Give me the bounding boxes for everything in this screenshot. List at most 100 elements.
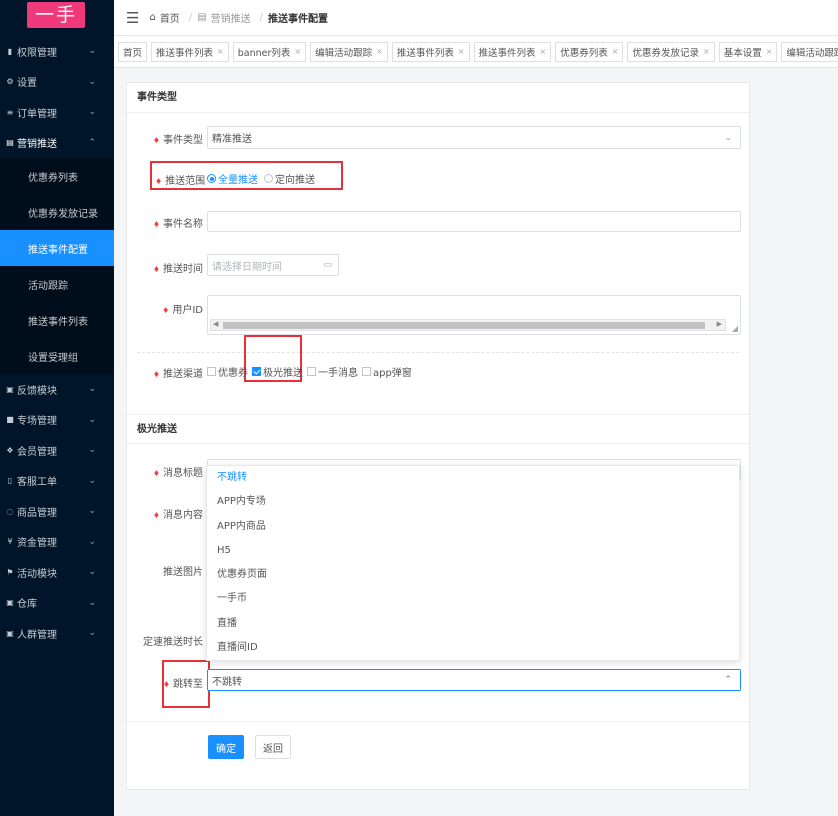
bag-icon: ◌ <box>6 506 14 516</box>
close-icon[interactable]: × <box>703 47 710 56</box>
dropdown-option[interactable]: H5 <box>207 539 739 563</box>
sidebar-item[interactable]: ❖ 会员管理 ⌄ <box>0 435 114 466</box>
dropdown-option[interactable]: 直播间ID <box>207 636 739 660</box>
dropdown-option[interactable]: 直播 <box>207 612 739 636</box>
calendar-icon: ▤ <box>197 12 207 23</box>
sidebar-subitem[interactable]: 活动跟踪 <box>0 266 114 302</box>
sidebar-item-label: 反馈模块 <box>17 385 57 397</box>
chevron-down-icon: ⌄ <box>88 536 96 547</box>
checkbox-unchecked-icon <box>207 367 216 376</box>
breadcrumb-home[interactable]: 首页 <box>160 10 180 25</box>
sidebar-item[interactable]: ▤ 营销推送 ⌃ <box>0 128 114 159</box>
tab[interactable]: 推送事件列表 × <box>473 41 552 62</box>
jump-to-label: ♦ 跳转至 <box>162 679 203 690</box>
scrollbar-thumb[interactable] <box>223 322 705 329</box>
chevron-down-icon: ⌄ <box>88 76 96 87</box>
required-mark: ♦ <box>152 265 160 274</box>
gear-icon: ⚙ <box>6 77 14 87</box>
tab[interactable]: 推送事件列表 × <box>151 41 229 62</box>
section-title-jpush: 极光推送 <box>127 414 749 444</box>
back-button[interactable]: 返回 <box>255 735 291 759</box>
close-icon[interactable]: × <box>612 47 619 56</box>
scroll-right-icon[interactable]: ▶ <box>717 320 722 328</box>
dropdown-option[interactable]: 不跳转 <box>207 466 739 490</box>
sidebar-item[interactable]: ≡ 订单管理 ⌄ <box>0 97 114 128</box>
dropdown-option[interactable]: 一手币 <box>207 587 739 611</box>
checkbox-yishou-message[interactable]: 一手消息 <box>307 364 358 379</box>
tab[interactable]: 基本设置 × <box>718 41 778 62</box>
resize-handle-icon[interactable]: ◢ <box>732 324 738 333</box>
tab-label: 优惠券发放记录 <box>632 47 699 59</box>
sidebar-item[interactable]: ▣ 仓库 ⌄ <box>0 588 114 619</box>
dropdown-option[interactable]: APP内商品 <box>207 515 739 539</box>
people-icon: ▣ <box>6 628 14 638</box>
tab[interactable]: 推送事件列表 × <box>391 41 470 62</box>
checkbox-unchecked-icon <box>307 367 316 376</box>
dropdown-option[interactable]: 优惠券页面 <box>207 563 739 587</box>
sidebar-item[interactable]: ¥ 资金管理 ⌄ <box>0 527 114 558</box>
event-type-value: 精准推送 <box>212 134 252 145</box>
sidebar-subitem[interactable]: 推送事件配置 <box>0 230 114 266</box>
close-icon[interactable]: × <box>294 47 301 56</box>
tab-label: 推送事件列表 <box>156 47 214 59</box>
sidebar: 一手 ▮ 权限管理 ⌄ ⚙ 设置 ⌄ ≡ 订单管理 ⌄ ▤ 营销推送 ⌃ 优惠券列表 优惠券发放记录 推送事… <box>0 0 114 816</box>
required-mark: ♦ <box>152 511 160 520</box>
sidebar-item[interactable]: ◌ 商品管理 ⌄ <box>0 496 114 527</box>
push-scope-label: ♦ 推送范围 <box>155 176 206 187</box>
form-panel: 事件类型 ♦ 事件类型 精准推送 ⌄ ♦ 推送范围 全量推送 定向推送 ♦ 事件名称 ♦… <box>126 82 750 790</box>
event-name-input[interactable] <box>207 211 741 232</box>
radio-full-push[interactable]: 全量推送 <box>207 171 258 186</box>
square-icon: ■ <box>6 415 14 425</box>
sidebar-item[interactable]: ⚙ 设置 ⌄ <box>0 67 114 98</box>
tab[interactable]: 编辑活动跟踪× <box>310 41 388 62</box>
warehouse-icon: ▣ <box>6 598 14 608</box>
jump-to-select[interactable]: 不跳转 ⌃ <box>207 669 741 691</box>
close-icon[interactable]: × <box>376 47 383 56</box>
user-id-textarea[interactable]: ◀ ▶ ◢ <box>207 295 741 335</box>
chevron-down-icon: ⌄ <box>88 628 96 639</box>
breadcrumb-current: 推送事件配置 <box>268 14 329 25</box>
confirm-button[interactable]: 确定 <box>208 735 244 759</box>
checkbox-app-popup[interactable]: app弹窗 <box>362 364 412 379</box>
sidebar-item-label: 权限管理 <box>17 47 57 59</box>
close-icon[interactable]: × <box>217 47 224 56</box>
chevron-down-icon: ⌄ <box>88 506 96 517</box>
sidebar-subitem[interactable]: 推送事件列表 <box>0 302 114 338</box>
sidebar-item[interactable]: ■ 专场管理 ⌄ <box>0 405 114 436</box>
tab-label: 首页 <box>123 47 143 59</box>
sidebar-item[interactable]: ▯ 客服工单 ⌄ <box>0 466 114 497</box>
radio-targeted-push[interactable]: 定向推送 <box>264 171 315 186</box>
push-time-picker[interactable]: 请选择日期时间 ▭ <box>207 254 339 276</box>
divider <box>137 352 739 353</box>
sidebar-subitem[interactable]: 优惠券发放记录 <box>0 194 114 230</box>
tab[interactable]: 首页 <box>118 41 148 62</box>
scroll-left-icon[interactable]: ◀ <box>213 320 218 328</box>
horizontal-scrollbar[interactable]: ◀ ▶ <box>210 319 726 331</box>
checkbox-jpush[interactable]: 极光推送 <box>252 364 303 379</box>
close-icon[interactable]: × <box>458 47 465 56</box>
home-icon: ⌂ <box>149 12 156 23</box>
checkbox-coupon[interactable]: 优惠券 <box>207 364 248 379</box>
tab[interactable]: banner列表 × <box>232 41 307 62</box>
sidebar-item[interactable]: ▣ 反馈模块 ⌄ <box>0 374 114 405</box>
event-type-select[interactable]: 精准推送 ⌄ <box>207 126 741 149</box>
chevron-down-icon: ⌄ <box>88 46 96 57</box>
close-icon[interactable]: × <box>540 47 547 56</box>
sidebar-item[interactable]: ⚑ 活动模块 ⌄ <box>0 557 114 588</box>
dropdown-option[interactable]: APP内专场 <box>207 490 739 514</box>
tab[interactable]: 编辑活动跟踪× <box>781 41 838 62</box>
breadcrumb-marketing[interactable]: 营销推送 <box>211 10 251 25</box>
tab[interactable]: 优惠券列表 × <box>555 41 624 62</box>
close-icon[interactable]: × <box>766 47 773 56</box>
checkbox-unchecked-icon <box>362 367 371 376</box>
tab-bar: 首页 推送事件列表 × banner列表 × 编辑活动跟踪 × 推送事件列表 × 推送事件列表 × 优… <box>114 36 838 68</box>
sidebar-item[interactable]: ▮ 权限管理 ⌄ <box>0 36 114 67</box>
sidebar-item[interactable]: ▣ 人群管理 ⌄ <box>0 618 114 649</box>
tab[interactable]: 优惠券发放记录 × <box>627 41 715 62</box>
sidebar-subitem[interactable]: 设置受理组 <box>0 338 114 374</box>
sidebar-subitem[interactable]: 优惠券列表 <box>0 158 114 194</box>
app-logo[interactable]: 一手 <box>27 2 85 28</box>
tab-label: banner列表 <box>237 47 291 59</box>
lock-icon: ▮ <box>7 46 13 56</box>
hamburger-menu-icon[interactable]: ☰ <box>126 9 139 27</box>
